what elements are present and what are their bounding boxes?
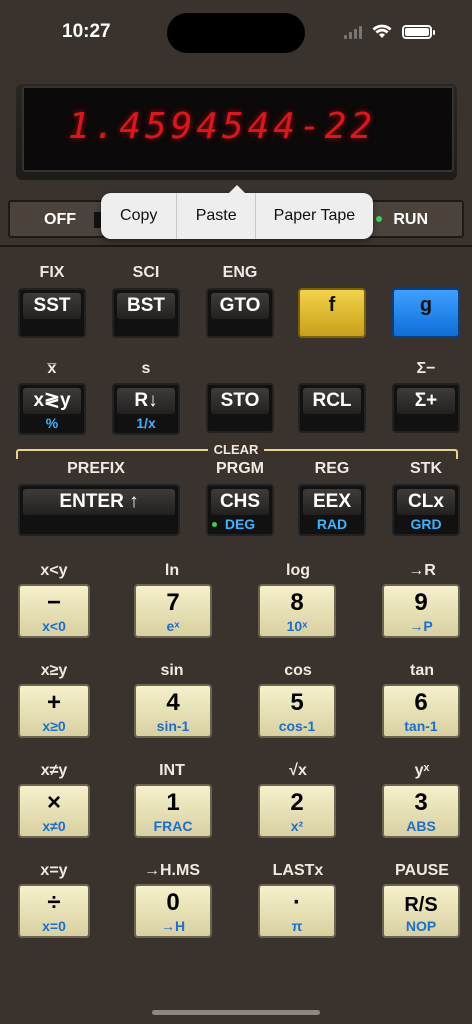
status-time: 10:27 [62,21,111,42]
label-lastx: LASTx [272,862,324,879]
label-sqrt: √x [289,762,307,779]
label-y-pow-x: yˣ [414,762,430,779]
key-chs[interactable]: CHS DEG [206,484,274,536]
key-3[interactable]: 3 ABS [382,784,460,838]
key-minus[interactable]: − x<0 [18,584,90,638]
label-eng: ENG [222,264,258,281]
wifi-icon [372,24,392,38]
key-decimal[interactable]: · π [258,884,336,938]
label-cos: cos [284,662,312,679]
key-plus[interactable]: + x≥0 [18,684,90,738]
key-6[interactable]: 6 tan-1 [382,684,460,738]
key-run-stop[interactable]: R/S NOP [382,884,460,938]
key-1[interactable]: 1 FRAC [134,784,212,838]
key-clx[interactable]: CLx GRD [392,484,460,536]
battery-icon [402,24,435,39]
label-pause: PAUSE [395,862,449,879]
label-sin: sin [160,662,184,679]
menu-paste[interactable]: Paste [177,193,256,239]
label-sci: SCI [132,264,160,281]
label-to-r: →R [408,562,436,579]
key-divide[interactable]: ÷ x=0 [18,884,90,938]
home-indicator[interactable] [152,1010,320,1015]
label-x-ne-y: x≠y [40,762,68,779]
label-mean: x̅ [47,360,57,377]
divider [0,245,472,247]
label-tan: tan [410,662,434,679]
key-g[interactable]: g [392,288,460,338]
label-reg: REG [314,460,350,477]
label-prefix: PREFIX [67,460,125,477]
status-bar: 10:27 [0,0,472,64]
lcd-display[interactable]: 1.4594544-22 [22,86,454,172]
key-sst[interactable]: SST [18,288,86,338]
key-5[interactable]: 5 cos-1 [258,684,336,738]
label-sigma-minus: Σ− [416,360,436,377]
label-to-hms: →H.MS [144,862,200,879]
key-enter[interactable]: ENTER ↑ [18,484,180,536]
key-roll-down[interactable]: R↓ 1/x [112,383,180,435]
key-rcl[interactable]: RCL [298,383,366,433]
key-multiply[interactable]: × x≠0 [18,784,90,838]
key-sigma-plus[interactable]: Σ+ [392,383,460,433]
label-prgm: PRGM [216,460,264,477]
key-f[interactable]: f [298,288,366,338]
status-icons [344,24,435,39]
key-4[interactable]: 4 sin-1 [134,684,212,738]
display-value: 1.4594544-22 [68,106,377,147]
key-sto[interactable]: STO [206,383,274,433]
key-7[interactable]: 7 eˣ [134,584,212,638]
label-fix: FIX [39,264,65,281]
label-s: s [141,360,151,377]
label-x-ge-y: x≥y [40,662,68,679]
run-label: RUN [393,211,428,228]
key-2[interactable]: 2 x² [258,784,336,838]
label-x-eq-y: x=y [40,862,68,879]
dynamic-island [167,13,305,53]
label-log: log [286,562,310,579]
label-int: INT [159,762,185,779]
key-8[interactable]: 8 10ˣ [258,584,336,638]
clear-label: CLEAR [208,442,264,457]
key-x-swap-y[interactable]: x≷y% [18,383,86,435]
run-indicator-icon [376,216,382,222]
key-bst[interactable]: BST [112,288,180,338]
key-gto[interactable]: GTO [206,288,274,338]
menu-paper-tape[interactable]: Paper Tape [256,193,373,239]
menu-copy[interactable]: Copy [101,193,178,239]
cellular-signal-icon [344,25,362,39]
key-9[interactable]: 9 →P [382,584,460,638]
label-stk: STK [410,460,442,477]
key-eex[interactable]: EEX RAD [298,484,366,536]
label-x-lt-y: x<y [40,562,68,579]
context-menu: Copy Paste Paper Tape [101,185,373,239]
off-label: OFF [44,211,76,228]
key-0[interactable]: 0 →H [134,884,212,938]
label-ln: ln [164,562,180,579]
